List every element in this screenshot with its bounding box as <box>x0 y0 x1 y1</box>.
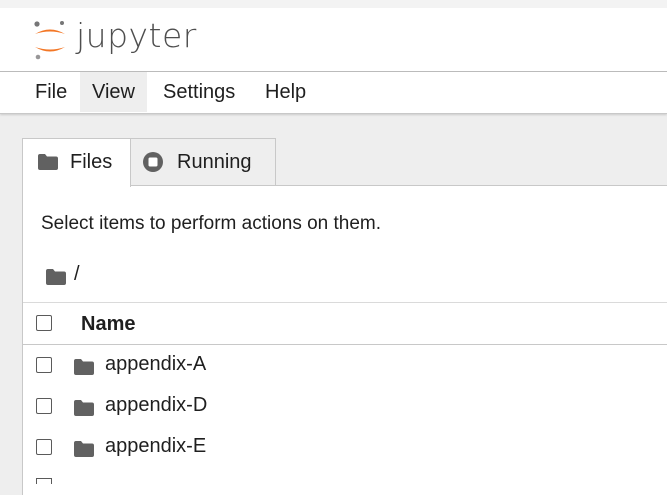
top-strip <box>0 0 667 8</box>
tab-running-label: Running <box>177 151 252 173</box>
menu-settings[interactable]: Settings <box>151 72 247 112</box>
tab-files-label: Files <box>70 151 113 173</box>
file-name[interactable]: appendix-A <box>105 353 206 376</box>
list-item[interactable]: appendix-A <box>23 345 667 386</box>
folder-icon <box>38 154 58 170</box>
tab-running[interactable]: Running <box>130 138 276 186</box>
breadcrumb-folder-icon[interactable] <box>45 268 67 286</box>
list-item[interactable]: appendix-D <box>23 386 667 427</box>
column-header-name[interactable]: Name <box>81 313 135 336</box>
listing-header: Name <box>23 302 667 345</box>
file-browser-panel: Select items to perform actions on them.… <box>22 185 667 495</box>
tab-files[interactable]: Files <box>22 138 131 187</box>
select-all-checkbox[interactable] <box>36 315 52 331</box>
folder-icon <box>74 359 94 375</box>
menu-file[interactable]: File <box>23 72 79 112</box>
stop-circle-icon <box>143 152 163 172</box>
row-checkbox[interactable] <box>36 439 52 455</box>
file-name[interactable]: appendix-D <box>105 394 207 417</box>
logo-text[interactable]: jupyter <box>76 16 197 55</box>
selection-hint: Select items to perform actions on them. <box>41 213 382 234</box>
row-checkbox-partial[interactable] <box>36 478 52 484</box>
list-item[interactable]: appendix-E <box>23 427 667 468</box>
row-checkbox[interactable] <box>36 357 52 373</box>
menu-view[interactable]: View <box>80 72 147 112</box>
menu-bar: File View Settings Help <box>0 72 667 114</box>
breadcrumb-root[interactable]: / <box>74 263 80 286</box>
row-checkbox[interactable] <box>36 398 52 414</box>
menu-help[interactable]: Help <box>253 72 318 112</box>
folder-icon <box>74 441 94 457</box>
folder-icon <box>74 400 94 416</box>
jupyter-logo-icon[interactable] <box>33 20 67 60</box>
top-header: jupyter <box>0 0 667 72</box>
file-name[interactable]: appendix-E <box>105 435 206 458</box>
